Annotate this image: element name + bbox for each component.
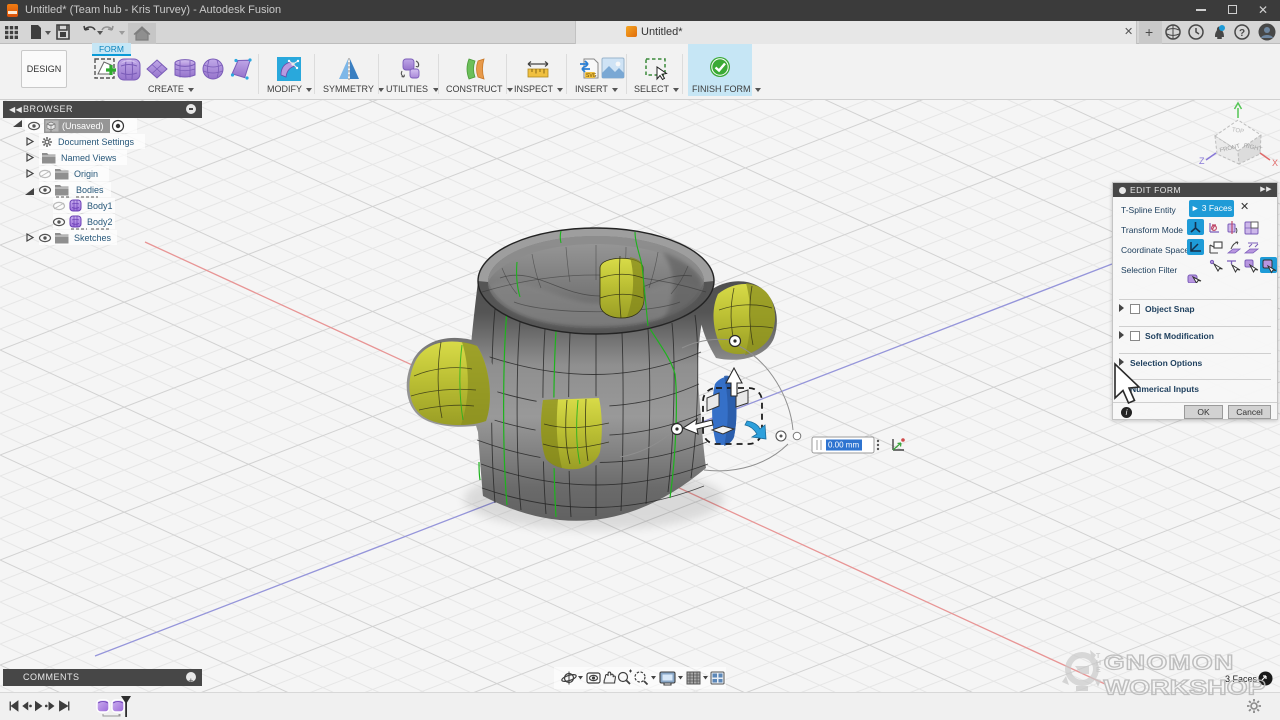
svg-text:Origin: Origin <box>74 169 98 179</box>
svg-text:Bodies: Bodies <box>76 185 104 195</box>
svg-text:Body2: Body2 <box>87 217 113 227</box>
svg-text:Named Views: Named Views <box>61 153 117 163</box>
svg-text:X: X <box>1272 158 1278 168</box>
svg-text:(Unsaved): (Unsaved) <box>62 121 104 131</box>
svg-text:SVG: SVG <box>586 73 597 79</box>
svg-text:Sketches: Sketches <box>74 233 112 243</box>
svg-text:0.00 mm: 0.00 mm <box>828 441 859 450</box>
svg-text:Document Settings: Document Settings <box>58 137 135 147</box>
svg-text:Body1: Body1 <box>87 201 113 211</box>
svg-text:Z: Z <box>1199 156 1205 166</box>
svg-text:?: ? <box>1239 28 1245 39</box>
